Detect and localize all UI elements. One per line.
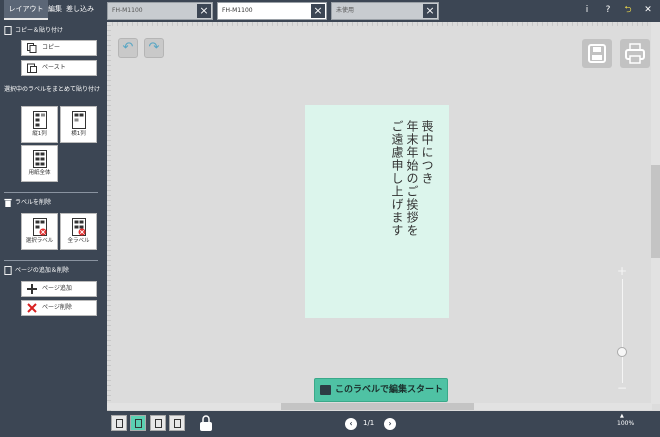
start-editing-label: このラベルで編集スタート bbox=[335, 385, 444, 395]
label-text-line1: 喪中につき bbox=[420, 120, 434, 185]
zoom-slider-knob[interactable] bbox=[617, 346, 627, 357]
section-copy-paste: コピー＆貼り付け bbox=[4, 26, 63, 35]
document-icon bbox=[4, 26, 12, 35]
info-icon[interactable]: i bbox=[580, 2, 594, 18]
restore-icon[interactable]: ⮌ bbox=[621, 2, 635, 18]
divider bbox=[4, 192, 98, 193]
view-mode-1-button[interactable] bbox=[111, 415, 127, 431]
view-mode-4-button[interactable] bbox=[169, 415, 185, 431]
menu-layout[interactable]: レイアウト bbox=[4, 0, 48, 20]
section-page: ページの追加＆削除 bbox=[4, 266, 69, 275]
tab-close-icon[interactable]: × bbox=[423, 4, 437, 18]
vertical-label: 縦1列 bbox=[32, 131, 47, 137]
printer-icon bbox=[625, 43, 645, 64]
print-button[interactable] bbox=[620, 39, 650, 68]
view-page-icon bbox=[135, 419, 142, 428]
whole-sheet-icon bbox=[32, 150, 47, 168]
doc-tab-1[interactable]: FH-M1100 × bbox=[107, 2, 213, 20]
menu-edit[interactable]: 編集 bbox=[47, 0, 63, 20]
vertical-column-icon bbox=[32, 111, 47, 129]
doc-tab-label: FH-M1100 bbox=[112, 7, 143, 14]
copy-icon bbox=[27, 43, 37, 53]
view-single-icon bbox=[116, 419, 123, 428]
delete-all-button[interactable]: 全ラベル bbox=[60, 213, 97, 250]
page-delete-label: ページ削除 bbox=[42, 304, 72, 311]
page-add-label: ページ追加 bbox=[42, 285, 72, 292]
delete-selected-icon bbox=[32, 218, 47, 236]
sidebar: コピー＆貼り付け コピー ペースト 選択中のラベルをまとめて貼り付け 縦1列 横… bbox=[0, 20, 103, 437]
paste-icon bbox=[27, 63, 37, 73]
label-sheet[interactable]: 喪中につき 年末年始のご挨拶を ご遠慮申し上げます bbox=[305, 105, 449, 318]
delete-selected-label: 選択ラベル bbox=[25, 238, 54, 244]
horizontal-label: 横1列 bbox=[71, 131, 86, 137]
view-rotate-icon bbox=[174, 419, 181, 428]
delete-all-label: 全ラベル bbox=[67, 238, 90, 244]
paste-button[interactable]: ペースト bbox=[21, 60, 97, 76]
doc-tab-3[interactable]: 未使用 × bbox=[331, 2, 439, 20]
divider bbox=[4, 260, 98, 261]
section-delete: ラベルを削除 bbox=[4, 198, 51, 207]
plus-icon bbox=[27, 284, 37, 294]
save-button[interactable] bbox=[582, 39, 612, 68]
undo-icon[interactable]: ↶ bbox=[118, 38, 138, 58]
section-bulk-paste: 選択中のラベルをまとめて貼り付け bbox=[4, 86, 101, 93]
label-text-line2: 年末年始のご挨拶を bbox=[405, 120, 419, 237]
doc-tab-2[interactable]: FH-M1100 × bbox=[217, 2, 327, 20]
doc-tab-label: 未使用 bbox=[336, 7, 355, 14]
doc-tab-label: FH-M1100 bbox=[222, 7, 253, 14]
section-title: ページの追加＆削除 bbox=[15, 267, 69, 274]
view-fit-icon bbox=[155, 419, 162, 428]
paste-whole-sheet-button[interactable]: 用紙全体 bbox=[21, 145, 58, 182]
page-delete-button[interactable]: ページ削除 bbox=[21, 300, 97, 316]
zoom-out-icon[interactable]: − bbox=[617, 382, 627, 394]
delete-all-icon bbox=[71, 218, 86, 236]
lock-icon[interactable] bbox=[199, 414, 213, 432]
next-page-button[interactable]: › bbox=[384, 418, 396, 430]
prev-page-button[interactable]: ‹ bbox=[345, 418, 357, 430]
x-icon bbox=[27, 303, 37, 313]
zoom-in-icon[interactable]: + bbox=[617, 265, 627, 277]
paste-horizontal-button[interactable]: 横1列 bbox=[60, 106, 97, 143]
view-mode-2-button[interactable] bbox=[130, 415, 146, 431]
paste-label: ペースト bbox=[42, 64, 66, 71]
paste-vertical-button[interactable]: 縦1列 bbox=[21, 106, 58, 143]
page-icon bbox=[4, 266, 12, 275]
tab-close-icon[interactable]: × bbox=[311, 4, 325, 18]
section-title: ラベルを削除 bbox=[15, 199, 52, 206]
horizontal-scroll-thumb[interactable] bbox=[281, 403, 474, 410]
section-title: コピー＆貼り付け bbox=[15, 27, 64, 34]
zoom-slider[interactable] bbox=[622, 279, 623, 383]
vertical-scroll-thumb[interactable] bbox=[651, 165, 660, 258]
start-editing-button[interactable]: このラベルで編集スタート bbox=[314, 378, 448, 402]
top-bar: レイアウト 編集 差し込み FH-M1100 × FH-M1100 × 未使用 … bbox=[0, 0, 660, 20]
horizontal-row-icon bbox=[71, 111, 86, 129]
redo-icon[interactable]: ↷ bbox=[144, 38, 164, 58]
help-icon[interactable]: ? bbox=[601, 2, 615, 18]
ruler-top bbox=[107, 22, 660, 26]
label-text-line3: ご遠慮申し上げます bbox=[390, 120, 404, 237]
app-window: レイアウト 編集 差し込み FH-M1100 × FH-M1100 × 未使用 … bbox=[0, 0, 660, 437]
menu-merge[interactable]: 差し込み bbox=[64, 0, 96, 20]
page-indicator: 1/1 bbox=[363, 419, 375, 427]
trash-icon bbox=[4, 198, 12, 207]
close-icon[interactable]: ✕ bbox=[641, 2, 655, 18]
view-mode-3-button[interactable] bbox=[150, 415, 166, 431]
save-icon bbox=[588, 44, 606, 63]
tab-close-icon[interactable]: × bbox=[197, 4, 211, 18]
ruler-left bbox=[107, 22, 111, 411]
copy-button[interactable]: コピー bbox=[21, 40, 97, 56]
page-add-button[interactable]: ページ追加 bbox=[21, 281, 97, 297]
zoom-up-icon[interactable]: ▲ bbox=[620, 413, 624, 419]
copy-label: コピー bbox=[42, 44, 61, 51]
whole-sheet-label: 用紙全体 bbox=[28, 170, 51, 176]
zoom-level: 100% bbox=[617, 420, 635, 427]
bottom-bar bbox=[103, 411, 660, 437]
delete-selected-button[interactable]: 選択ラベル bbox=[21, 213, 58, 250]
enter-icon bbox=[320, 385, 331, 395]
